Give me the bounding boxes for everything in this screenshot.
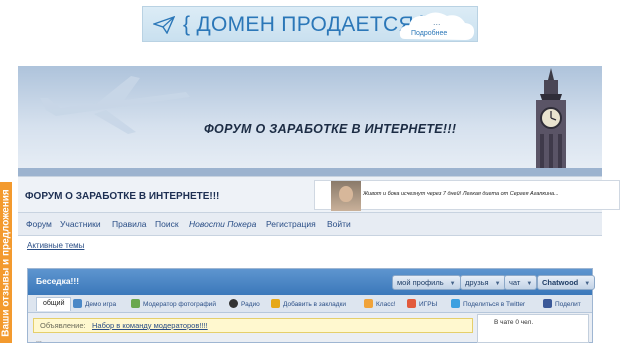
tab-general[interactable]: общий xyxy=(36,297,72,311)
tab-radio-label: Радио xyxy=(241,301,260,308)
chevron-down-icon: ▼ xyxy=(584,281,591,287)
main-nav: Форум Участники Правила Поиск Новости По… xyxy=(18,212,602,236)
gazebo-panel: Беседка!!! мой профиль ▼ друзья ▼ чат ▼ Cha… xyxy=(27,268,596,344)
ad-text: { ДОМЕН ПРОДАЕТСЯ } xyxy=(183,13,428,36)
facebook-icon xyxy=(543,299,552,308)
nav-search[interactable]: Поиск xyxy=(155,219,179,229)
grid-icon xyxy=(73,299,82,308)
chat-status-text: В чате 0 чел. xyxy=(494,319,534,326)
banner-stripe xyxy=(18,168,602,176)
domain-sale-ad[interactable]: { ДОМЕН ПРОДАЕТСЯ } ... Подробнее xyxy=(142,6,478,42)
feedback-side-tab[interactable]: Ваши отзывы и предложения xyxy=(0,182,12,343)
tab-demo-game[interactable]: Демо игра xyxy=(73,299,116,308)
photo-icon xyxy=(131,299,140,308)
tab-share-label: Поделит xyxy=(555,301,581,308)
ok-icon xyxy=(364,299,373,308)
tab-photo-moderator-label: Модератор фотографий xyxy=(143,301,216,308)
big-ben-icon xyxy=(536,68,566,176)
tab-bookmark[interactable]: Добавить в закладки xyxy=(271,299,346,308)
star-icon xyxy=(271,299,280,308)
tab-share-twitter[interactable]: Поделиться в Twitter xyxy=(451,299,525,308)
games-icon xyxy=(407,299,416,308)
panel-tabs: общий Демо игра Модератор фотографий Рад… xyxy=(28,295,592,313)
tab-share[interactable]: Поделит xyxy=(543,299,581,308)
ad-avatar xyxy=(331,181,361,211)
tab-class-label: Класс! xyxy=(376,301,396,308)
tab-games[interactable]: ИГРЫ xyxy=(407,299,437,308)
chatwood-button[interactable]: Chatwood ▼ xyxy=(537,275,596,290)
header-ad-text: Живот и бока исчезнут через 7 дней! Легк… xyxy=(363,191,559,197)
tab-games-label: ИГРЫ xyxy=(419,301,438,308)
chevron-down-icon: ▼ xyxy=(494,281,501,287)
banner-title: ФОРУМ О ЗАРАБОТКЕ В ИНТЕРНЕТЕ!!! xyxy=(204,122,457,136)
announcement-link[interactable]: Набор в команду модераторов!!!! xyxy=(92,321,208,330)
nav-rules[interactable]: Правила xyxy=(112,219,147,229)
tab-share-twitter-label: Поделиться в Twitter xyxy=(463,301,526,308)
my-profile-label: мой профиль xyxy=(397,278,444,287)
forum-title: ФОРУМ О ЗАРАБОТКЕ В ИНТЕРНЕТЕ!!! xyxy=(25,191,220,202)
panel-header: Беседка!!! мой профиль ▼ друзья ▼ чат ▼ Cha… xyxy=(28,269,596,295)
chat-label: чат xyxy=(509,278,521,287)
nav-login[interactable]: Войти xyxy=(327,219,351,229)
tab-radio[interactable]: Радио xyxy=(229,299,260,308)
chat-button[interactable]: чат ▼ xyxy=(504,275,538,290)
ad-details-button[interactable]: Подробнее xyxy=(411,30,447,37)
announcement-label: Объявление: xyxy=(40,321,86,330)
feedback-side-tab-label: Ваши отзывы и предложения xyxy=(0,188,12,337)
announcement-bar: Объявление: Набор в команду модераторов!… xyxy=(33,318,473,333)
headphones-icon xyxy=(229,299,238,308)
nav-forum[interactable]: Форум xyxy=(26,219,52,229)
panel-title: Беседка!!! xyxy=(36,276,80,286)
tab-class[interactable]: Класс! xyxy=(364,299,396,308)
active-topics-link[interactable]: Активные темы xyxy=(27,241,84,250)
airplane-icon xyxy=(40,76,190,134)
friends-label: друзья xyxy=(465,278,489,287)
chatwood-label: Chatwood xyxy=(542,278,579,287)
nav-register[interactable]: Регистрация xyxy=(266,219,316,229)
ad-dots: ... xyxy=(433,17,441,27)
tab-demo-game-label: Демо игра xyxy=(85,301,117,308)
tab-bookmark-label: Добавить в закладки xyxy=(283,301,346,308)
nav-members[interactable]: Участники xyxy=(60,219,101,229)
paper-plane-icon xyxy=(153,16,175,34)
friends-button[interactable]: друзья ▼ xyxy=(460,275,506,290)
forum-header: ФОРУМ О ЗАРАБОТКЕ В ИНТЕРНЕТЕ!!! Живот и… xyxy=(18,176,620,213)
chat-status-box: В чате 0 чел. xyxy=(477,314,589,343)
header-ad[interactable]: Живот и бока исчезнут через 7 дней! Легк… xyxy=(314,180,620,211)
chevron-down-icon: ▼ xyxy=(526,281,533,287)
chevron-down-icon: ▼ xyxy=(449,281,456,287)
my-profile-button[interactable]: мой профиль ▼ xyxy=(392,275,461,290)
nav-poker-news[interactable]: Новости Покера xyxy=(189,219,256,229)
twitter-icon xyxy=(451,299,460,308)
forum-banner: ФОРУМ О ЗАРАБОТКЕ В ИНТЕРНЕТЕ!!! xyxy=(18,66,602,176)
cloud-icon: ... Подробнее xyxy=(397,9,477,43)
tab-photo-moderator[interactable]: Модератор фотографий xyxy=(131,299,216,308)
